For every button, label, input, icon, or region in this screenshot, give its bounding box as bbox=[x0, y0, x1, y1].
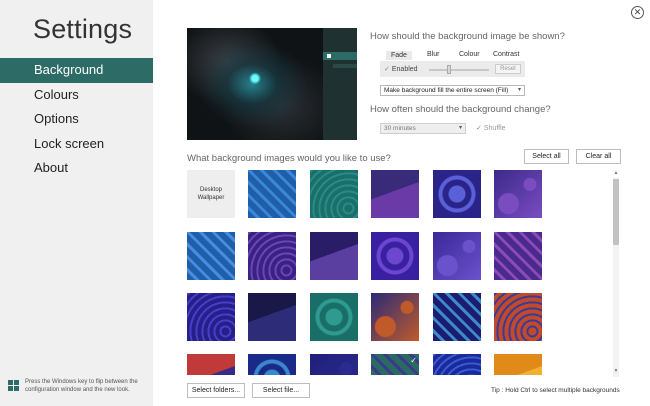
background-tile[interactable] bbox=[494, 170, 542, 218]
page-title: Settings bbox=[33, 14, 133, 44]
image-grid: Desktop Wallpaper ✓ bbox=[187, 170, 611, 375]
effect-slider-track[interactable] bbox=[429, 68, 489, 71]
tip-text: Tip : Hold Ctrl to select multiple backg… bbox=[491, 387, 620, 394]
scroll-down-icon[interactable]: ▼ bbox=[613, 368, 619, 374]
background-tile[interactable] bbox=[433, 293, 481, 341]
sidebar-nav: Background Colours Options Lock screen A… bbox=[0, 58, 153, 181]
tab-contrast[interactable]: Contrast bbox=[493, 51, 519, 58]
sidebar-footer: Press the Windows key to flip between th… bbox=[8, 378, 150, 394]
sidebar-item-background[interactable]: Background bbox=[0, 58, 153, 83]
background-tile[interactable] bbox=[248, 354, 296, 375]
fit-mode-value: Make background fill the entire screen (… bbox=[384, 87, 509, 94]
close-button[interactable]: ✕ bbox=[631, 6, 644, 19]
windows-logo-icon bbox=[8, 380, 20, 392]
reset-button[interactable]: Reset bbox=[495, 64, 521, 74]
select-file-button[interactable]: Select file... bbox=[252, 383, 310, 398]
scrollbar-thumb[interactable] bbox=[613, 179, 619, 245]
effects-panel: ✓ Enabled Reset bbox=[380, 61, 525, 77]
preview-start-strip bbox=[323, 28, 357, 140]
select-folders-button[interactable]: Select folders... bbox=[187, 383, 245, 398]
interval-select[interactable]: 30 minutes ▾ bbox=[380, 123, 466, 134]
background-tile[interactable] bbox=[248, 232, 296, 280]
enabled-label: Enabled bbox=[391, 66, 418, 73]
background-tile[interactable] bbox=[371, 170, 419, 218]
images-question: What background images would you like to… bbox=[187, 153, 391, 164]
background-tile[interactable]: ✓ bbox=[371, 354, 419, 375]
fit-mode-select[interactable]: Make background fill the entire screen (… bbox=[380, 85, 525, 96]
close-icon: ✕ bbox=[633, 7, 642, 17]
background-tile[interactable] bbox=[433, 232, 481, 280]
interval-value: 30 minutes bbox=[384, 125, 416, 132]
chevron-down-icon: ▾ bbox=[517, 87, 521, 93]
background-tile[interactable] bbox=[433, 170, 481, 218]
background-tile[interactable] bbox=[494, 354, 542, 375]
background-tile[interactable] bbox=[433, 354, 481, 375]
background-tile[interactable] bbox=[310, 232, 358, 280]
background-tile[interactable] bbox=[248, 170, 296, 218]
sidebar-item-options[interactable]: Options bbox=[0, 107, 153, 132]
background-tile[interactable] bbox=[187, 293, 235, 341]
sidebar-item-about[interactable]: About bbox=[0, 156, 153, 181]
sidebar: Settings Background Colours Options Lock… bbox=[0, 0, 153, 406]
shuffle-label: Shuffle bbox=[483, 125, 506, 132]
check-icon: ✓ bbox=[384, 66, 390, 73]
background-preview bbox=[187, 28, 357, 140]
tab-colour[interactable]: Colour bbox=[459, 51, 480, 58]
effect-slider-thumb[interactable] bbox=[447, 65, 451, 74]
background-tile[interactable] bbox=[187, 232, 235, 280]
tab-blur[interactable]: Blur bbox=[427, 51, 439, 58]
sidebar-item-colours[interactable]: Colours bbox=[0, 83, 153, 108]
sidebar-item-lock-screen[interactable]: Lock screen bbox=[0, 132, 153, 157]
chevron-down-icon: ▾ bbox=[458, 125, 462, 131]
footer-hint: Press the Windows key to flip between th… bbox=[25, 379, 138, 393]
background-tile[interactable] bbox=[310, 170, 358, 218]
background-tile[interactable] bbox=[371, 293, 419, 341]
effects-group: Fade Blur Colour Contrast ✓ Enabled Reset bbox=[380, 51, 525, 77]
grid-scrollbar[interactable] bbox=[613, 177, 619, 377]
select-all-button[interactable]: Select all bbox=[524, 149, 569, 164]
clear-all-button[interactable]: Clear all bbox=[576, 149, 621, 164]
scroll-up-icon[interactable]: ▲ bbox=[613, 170, 619, 176]
settings-window: Settings Background Colours Options Lock… bbox=[0, 0, 650, 406]
enabled-checkbox[interactable]: ✓ Enabled bbox=[384, 65, 418, 73]
display-question: How should the background image be shown… bbox=[370, 31, 565, 42]
background-tile[interactable] bbox=[248, 293, 296, 341]
preview-image bbox=[187, 28, 323, 140]
tile-check-icon: ✓ bbox=[410, 356, 417, 365]
check-icon: ✓ bbox=[476, 125, 482, 132]
background-tile[interactable] bbox=[310, 293, 358, 341]
background-tile[interactable] bbox=[494, 232, 542, 280]
background-tile[interactable] bbox=[371, 232, 419, 280]
desktop-wallpaper-label: Desktop Wallpaper bbox=[187, 170, 235, 218]
background-tile[interactable] bbox=[187, 354, 235, 375]
shuffle-checkbox[interactable]: ✓ Shuffle bbox=[476, 124, 506, 132]
background-tile[interactable] bbox=[494, 293, 542, 341]
desktop-wallpaper-tile[interactable]: Desktop Wallpaper bbox=[187, 170, 235, 218]
change-question: How often should the background change? bbox=[370, 104, 551, 115]
tab-fade[interactable]: Fade bbox=[386, 51, 412, 60]
background-tile[interactable] bbox=[310, 354, 358, 375]
